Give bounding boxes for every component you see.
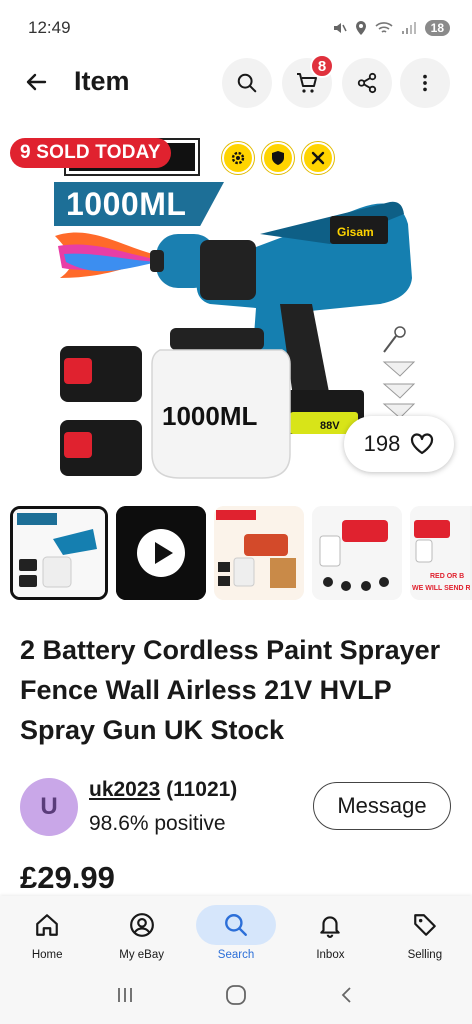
product-price: £29.99 xyxy=(20,860,115,895)
arrow-left-icon xyxy=(26,73,47,91)
gear-feature-icon xyxy=(222,142,254,174)
status-bar: 12:49 18 xyxy=(0,0,472,56)
user-icon xyxy=(129,913,154,937)
nav-home-label: Home xyxy=(31,949,63,961)
mute-icon xyxy=(333,23,347,33)
seller-avatar[interactable]: U xyxy=(20,778,78,836)
nav-selling[interactable]: Selling xyxy=(378,896,472,966)
thumbnail-3[interactable] xyxy=(214,506,304,600)
wifi-icon xyxy=(375,22,393,33)
recent-apps-icon[interactable] xyxy=(114,984,136,1006)
capacity-banner-text: 1000ML xyxy=(66,186,187,222)
nav-search[interactable]: Search xyxy=(189,896,283,966)
heart-icon xyxy=(411,433,434,455)
search-button[interactable] xyxy=(222,58,272,108)
cart-count-badge: 8 xyxy=(310,54,334,78)
page-title: Item xyxy=(74,66,130,96)
nav-home[interactable]: Home xyxy=(0,896,94,966)
seller-name-link[interactable]: uk2023 xyxy=(89,778,160,801)
seller-positive-feedback: 98.6% positive xyxy=(89,812,226,835)
more-vertical-icon xyxy=(423,74,427,92)
nav-search-label: Search xyxy=(217,949,255,961)
share-button[interactable] xyxy=(342,58,392,108)
svg-text:WE WILL SEND R: WE WILL SEND R xyxy=(412,585,470,592)
thumbnail-5[interactable]: RED OR B WE WILL SEND R xyxy=(410,506,472,600)
svg-text:RED OR B: RED OR B xyxy=(430,573,464,580)
system-navigation-bar xyxy=(0,966,472,1024)
product-image-main[interactable]: Gisam 88V 9 SOLD TODAY 1000ML 1000ML 198 xyxy=(0,128,472,490)
search-icon xyxy=(225,914,247,936)
search-icon xyxy=(237,73,257,93)
message-seller-button[interactable]: Message xyxy=(313,782,451,830)
sold-today-badge: 9 SOLD TODAY xyxy=(10,138,171,168)
nav-inbox[interactable]: Inbox xyxy=(283,896,377,966)
tools-feature-icon xyxy=(302,142,334,174)
cart-button[interactable]: 8 xyxy=(282,54,334,108)
svg-text:Gisam: Gisam xyxy=(337,225,374,239)
header: Item 8 xyxy=(0,54,472,110)
nav-selling-label: Selling xyxy=(407,949,443,961)
signal-icon xyxy=(401,22,416,34)
seller-info: U uk2023 (11021) 98.6% positive Message xyxy=(20,776,460,840)
location-icon xyxy=(355,21,366,35)
share-icon xyxy=(357,72,377,94)
status-time: 12:49 xyxy=(28,18,71,37)
bottom-navigation: Home My eBay Search Inbox Selling xyxy=(0,896,472,966)
thumbnail-4[interactable] xyxy=(312,506,402,600)
seller-feedback-count: (11021) xyxy=(166,778,238,801)
thumbnail-strip[interactable]: RED OR B WE WILL SEND R xyxy=(10,506,472,600)
system-back-icon[interactable] xyxy=(336,984,358,1006)
home-icon xyxy=(36,914,59,936)
product-title: 2 Battery Cordless Paint Sprayer Fence W… xyxy=(20,635,441,745)
nav-my-ebay-label: My eBay xyxy=(119,949,164,961)
back-button[interactable] xyxy=(18,64,54,100)
shield-feature-icon xyxy=(262,142,294,174)
thumbnail-1[interactable] xyxy=(10,506,108,600)
watch-button[interactable]: 198 xyxy=(344,416,454,472)
nav-inbox-label: Inbox xyxy=(316,949,345,961)
tag-icon xyxy=(413,914,436,936)
thumbnail-video[interactable] xyxy=(116,506,206,600)
home-circle-icon[interactable] xyxy=(224,983,248,1007)
battery-indicator: 18 xyxy=(424,20,450,36)
svg-text:88V: 88V xyxy=(320,420,340,432)
bell-icon xyxy=(320,916,341,938)
more-options-button[interactable] xyxy=(400,58,450,108)
nav-my-ebay[interactable]: My eBay xyxy=(94,896,188,966)
status-icons: 18 xyxy=(331,20,450,36)
watch-count: 198 xyxy=(363,431,401,456)
seller-name-row[interactable]: uk2023 (11021) xyxy=(89,778,237,802)
bottle-label: 1000ML xyxy=(162,401,258,431)
